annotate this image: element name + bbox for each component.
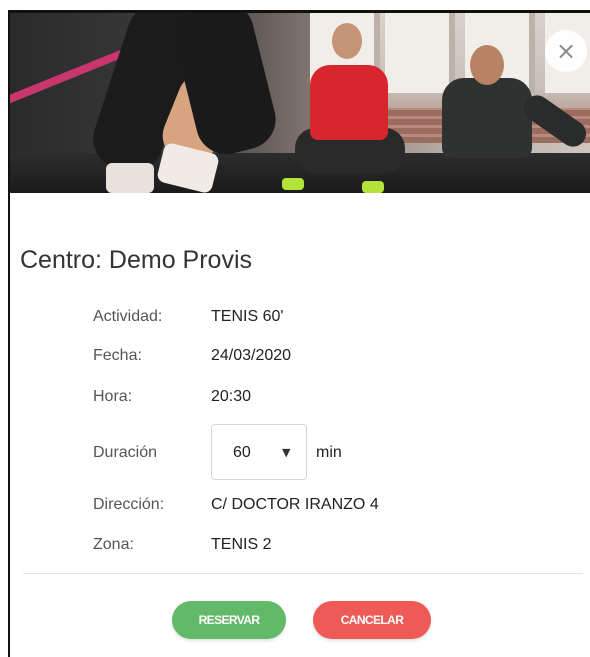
actividad-value: TENIS 60' (211, 308, 284, 325)
direccion-label: Dirección: (93, 496, 165, 513)
footer-divider (23, 573, 583, 574)
center-title: Centro: Demo Provis (20, 246, 253, 274)
duracion-label: Duración (93, 444, 158, 461)
actividad-label: Actividad: (93, 308, 163, 325)
caret-down-icon: ▼ (282, 446, 291, 459)
reservar-button[interactable]: RESERVAR (172, 601, 286, 639)
duration-unit: min (316, 444, 342, 461)
fecha-label: Fecha: (93, 347, 142, 364)
fecha-value: 24/03/2020 (211, 347, 292, 364)
hora-value: 20:30 (211, 388, 252, 405)
header-image (10, 13, 590, 193)
duration-selected-value: 60 (233, 444, 251, 461)
duration-select[interactable]: 60 ▼ (211, 424, 307, 480)
zona-label: Zona: (93, 536, 134, 553)
booking-modal: × Centro: Demo Provis Actividad: TENIS 6… (8, 10, 590, 657)
zona-value: TENIS 2 (211, 536, 272, 553)
direccion-value: C/ DOCTOR IRANZO 4 (211, 496, 379, 513)
hora-label: Hora: (93, 388, 133, 405)
cancelar-button[interactable]: CANCELAR (313, 601, 431, 639)
close-button[interactable]: × (545, 30, 587, 72)
close-icon: × (555, 37, 577, 65)
